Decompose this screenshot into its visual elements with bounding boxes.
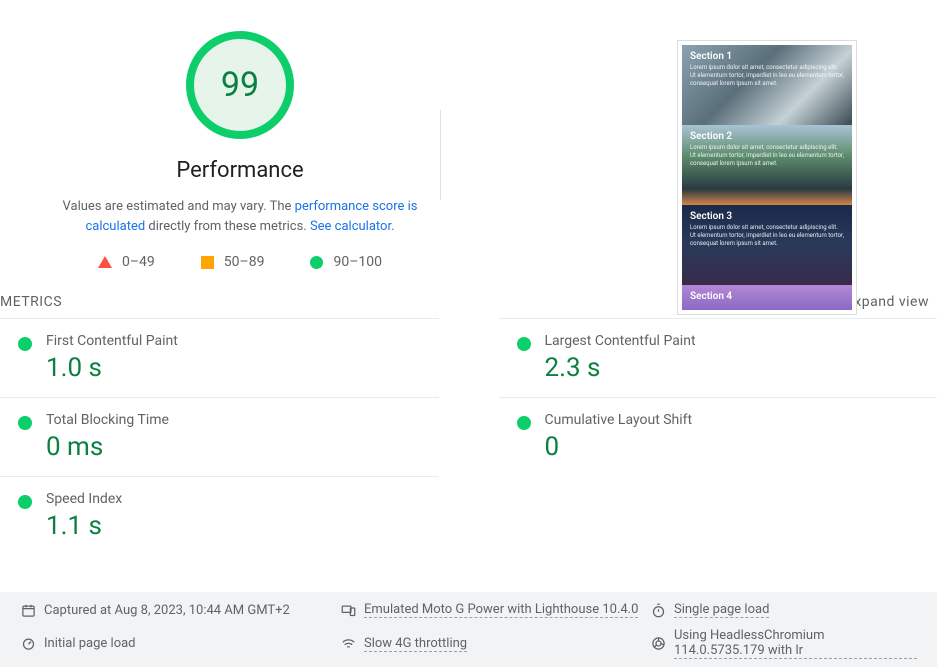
score-title: Performance <box>20 158 460 183</box>
env-text[interactable]: Using HeadlessChromium 114.0.5735.179 wi… <box>674 628 917 659</box>
environment-footer: Captured at Aug 8, 2023, 10:44 AM GMT+2 … <box>0 592 937 667</box>
legend-pass: 90–100 <box>310 254 382 270</box>
vertical-divider <box>440 110 441 200</box>
legend-avg-label: 50–89 <box>224 254 265 270</box>
circle-icon <box>18 495 32 509</box>
square-icon <box>201 256 214 269</box>
metric-tbt[interactable]: Total Blocking Time 0 ms <box>0 397 439 476</box>
metric-cls[interactable]: Cumulative Layout Shift 0 <box>499 397 937 476</box>
env-device: Emulated Moto G Power with Lighthouse 10… <box>340 602 650 618</box>
timer-icon <box>20 636 36 652</box>
chrome-icon <box>650 636 666 652</box>
devices-icon <box>340 602 356 618</box>
metric-si[interactable]: Speed Index 1.1 s <box>0 476 439 555</box>
legend-pass-label: 90–100 <box>333 254 382 270</box>
score-gauge: 99 <box>185 30 295 140</box>
preview-section-title: Section 1 <box>690 51 844 62</box>
env-text: Initial page load <box>44 636 136 651</box>
env-initial: Initial page load <box>20 628 340 659</box>
metric-value: 2.3 s <box>545 353 696 383</box>
env-text: Captured at Aug 8, 2023, 10:44 AM GMT+2 <box>44 603 290 618</box>
preview-section: Section 4 <box>682 285 852 310</box>
preview-section-text: Lorem ipsum dolor sit amet, consectetur … <box>690 144 844 167</box>
desc-text: directly from these metrics. <box>145 219 310 234</box>
preview-section-title: Section 4 <box>690 291 844 302</box>
env-throttle: Slow 4G throttling <box>340 628 650 659</box>
circle-icon <box>18 416 32 430</box>
preview-section-title: Section 3 <box>690 211 844 222</box>
performance-score-panel: 99 Performance Values are estimated and … <box>20 30 460 270</box>
calendar-icon <box>20 602 36 618</box>
legend-fail-label: 0–49 <box>122 254 155 270</box>
metric-value: 1.1 s <box>46 511 122 541</box>
env-captured: Captured at Aug 8, 2023, 10:44 AM GMT+2 <box>20 602 340 618</box>
page-screenshot-thumbnail: Section 1 Lorem ipsum dolor sit amet, con… <box>677 40 857 315</box>
see-calculator-link[interactable]: See calculator. <box>310 219 395 234</box>
legend-fail: 0–49 <box>98 254 155 270</box>
score-legend: 0–49 50–89 90–100 <box>20 254 460 270</box>
metric-value: 0 <box>545 432 693 462</box>
preview-section: Section 3 Lorem ipsum dolor sit amet, con… <box>682 205 852 285</box>
env-text[interactable]: Single page load <box>674 602 769 618</box>
metric-lcp[interactable]: Largest Contentful Paint 2.3 s <box>499 318 937 397</box>
env-text[interactable]: Emulated Moto G Power with Lighthouse 10… <box>364 602 638 618</box>
preview-section: Section 1 Lorem ipsum dolor sit amet, con… <box>682 45 852 125</box>
stopwatch-icon <box>650 602 666 618</box>
circle-icon <box>517 337 531 351</box>
preview-section-text: Lorem ipsum dolor sit amet, consectetur … <box>690 64 844 87</box>
score-description: Values are estimated and may vary. The p… <box>40 197 440 236</box>
desc-text: Values are estimated and may vary. The <box>63 199 295 214</box>
metric-name: Speed Index <box>46 491 122 507</box>
env-load: Single page load <box>650 602 917 618</box>
metric-fcp[interactable]: First Contentful Paint 1.0 s <box>0 318 439 397</box>
preview-section-text: Lorem ipsum dolor sit amet, consectetur … <box>690 224 844 247</box>
preview-section: Section 2 Lorem ipsum dolor sit amet, con… <box>682 125 852 205</box>
metric-name: Total Blocking Time <box>46 412 169 428</box>
env-text[interactable]: Slow 4G throttling <box>364 636 467 652</box>
score-value: 99 <box>185 30 295 140</box>
circle-icon <box>18 337 32 351</box>
metric-value: 0 ms <box>46 432 169 462</box>
metric-name: Largest Contentful Paint <box>545 333 696 349</box>
triangle-icon <box>98 256 112 268</box>
circle-icon <box>310 256 323 269</box>
metric-value: 1.0 s <box>46 353 178 383</box>
network-icon <box>340 636 356 652</box>
legend-average: 50–89 <box>201 254 265 270</box>
metric-name: First Contentful Paint <box>46 333 178 349</box>
preview-section-title: Section 2 <box>690 131 844 142</box>
expand-view-toggle[interactable]: Expand view <box>846 294 929 310</box>
metric-name: Cumulative Layout Shift <box>545 412 693 428</box>
circle-icon <box>517 416 531 430</box>
metrics-heading: METRICS <box>0 294 62 310</box>
env-browser: Using HeadlessChromium 114.0.5735.179 wi… <box>650 628 917 659</box>
metrics-grid: First Contentful Paint 1.0 s Largest Con… <box>0 318 937 555</box>
